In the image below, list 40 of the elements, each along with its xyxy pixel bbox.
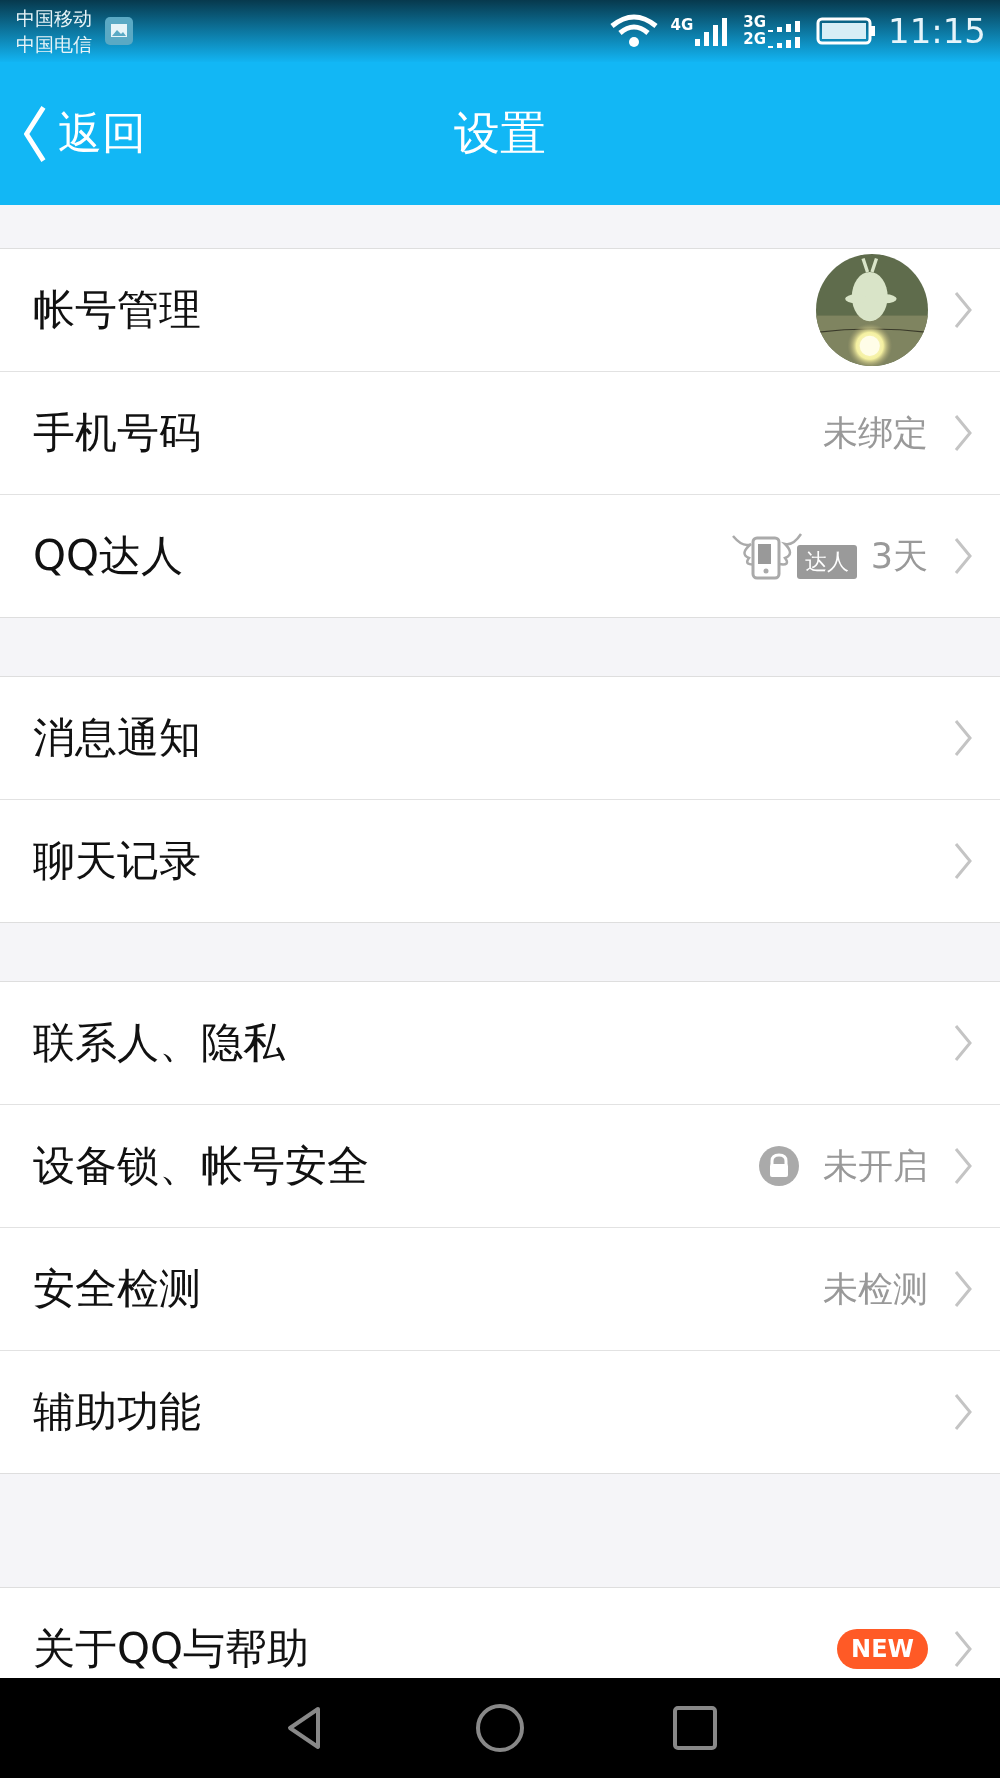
recents-nav-icon[interactable] xyxy=(670,1703,720,1753)
chevron-icon xyxy=(954,1393,972,1431)
row-label: 消息通知 xyxy=(33,712,201,764)
row-value: 未绑定 xyxy=(823,411,928,455)
chevron-icon xyxy=(954,414,972,452)
network-label: 4G xyxy=(670,16,694,34)
image-notification-icon xyxy=(104,16,134,46)
talent-badge: 达人 xyxy=(796,545,857,579)
chevron-icon xyxy=(954,1630,972,1668)
new-badge: NEW xyxy=(837,1629,928,1669)
row-value: 未开启 xyxy=(823,1144,928,1188)
row-label: 安全检测 xyxy=(33,1263,201,1315)
chevron-left-icon xyxy=(24,104,46,163)
row-label: 联系人、隐私 xyxy=(33,1017,285,1069)
chevron-icon xyxy=(954,291,972,329)
lock-icon xyxy=(759,1146,799,1186)
row-label: 关于QQ与帮助 xyxy=(33,1623,310,1675)
network-label: 2G xyxy=(743,31,766,48)
battery-icon xyxy=(816,16,876,46)
status-time: 11:15 xyxy=(888,11,986,51)
row-label: 聊天记录 xyxy=(33,835,201,887)
chevron-icon xyxy=(954,1024,972,1062)
chevron-icon xyxy=(954,842,972,880)
row-label: 辅助功能 xyxy=(33,1386,201,1438)
chevron-icon xyxy=(954,1147,972,1185)
chevron-icon xyxy=(954,537,972,575)
row-value: 未检测 xyxy=(823,1267,928,1311)
row-label: 帐号管理 xyxy=(33,284,201,336)
network-label: 3G xyxy=(743,14,766,31)
row-label: 手机号码 xyxy=(33,407,201,459)
row-label: 设备锁、帐号安全 xyxy=(33,1140,369,1192)
chevron-icon xyxy=(954,1270,972,1308)
page-title: 设置 xyxy=(454,104,546,162)
home-nav-icon[interactable] xyxy=(475,1703,525,1753)
wifi-icon xyxy=(608,14,659,48)
row-value: 3天 xyxy=(870,534,928,578)
chevron-icon xyxy=(954,719,972,757)
carrier-name: 中国电信 xyxy=(16,32,92,57)
carrier-name: 中国移动 xyxy=(16,6,92,31)
row-label: QQ达人 xyxy=(33,530,184,582)
